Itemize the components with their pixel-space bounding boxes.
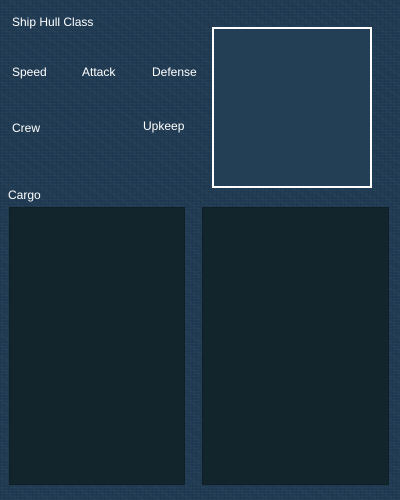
cargo-slot-right[interactable] xyxy=(202,207,389,485)
defense-label: Defense xyxy=(152,65,197,79)
speed-label: Speed xyxy=(12,65,47,79)
attack-label: Attack xyxy=(82,65,116,79)
upkeep-label: Upkeep xyxy=(143,119,185,133)
ship-preview-frame xyxy=(212,27,372,188)
cargo-slot-left[interactable] xyxy=(9,207,185,485)
ship-hull-class-title: Ship Hull Class xyxy=(12,15,94,29)
cargo-label: Cargo xyxy=(8,188,41,202)
crew-label: Crew xyxy=(12,121,41,135)
ship-hull-panel: Ship Hull Class Speed Attack Defense Cre… xyxy=(0,0,400,500)
